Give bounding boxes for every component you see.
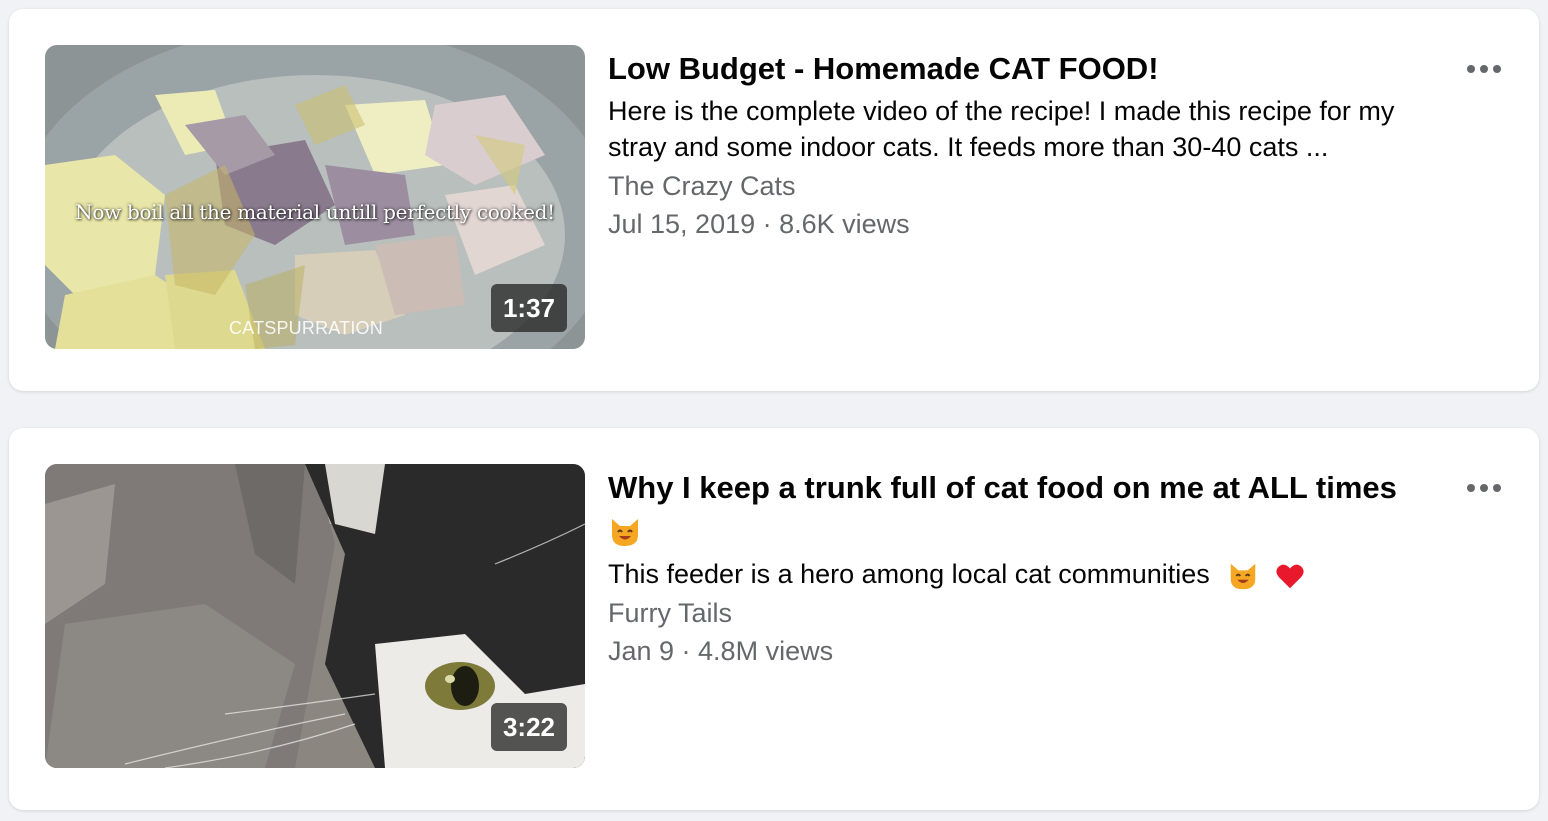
video-description: Here is the complete video of the recipe… (608, 96, 1395, 162)
title-emoji-line (608, 510, 1438, 554)
video-title[interactable]: Why I keep a trunk full of cat food on m… (608, 466, 1438, 510)
more-options-icon (1467, 65, 1475, 73)
video-duration: 1:37 (490, 284, 567, 332)
thumbnail-watermark: CATSPURRATION (229, 318, 383, 338)
video-thumbnail[interactable]: Now boil all the material untill perfect… (45, 45, 585, 349)
video-title[interactable]: Low Budget - Homemade CAT FOOD! (608, 47, 1438, 91)
video-feed: Now boil all the material untill perfect… (0, 0, 1548, 821)
video-card: Now boil all the material untill perfect… (9, 9, 1539, 391)
cat-smile-emoji (1231, 563, 1256, 590)
video-thumbnail[interactable]: 3:22 (45, 464, 585, 768)
cat-smile-emoji (612, 519, 638, 546)
more-options-button[interactable] (1459, 470, 1509, 506)
channel-name[interactable]: Furry Tails (608, 594, 1438, 632)
video-info: Why I keep a trunk full of cat food on m… (608, 466, 1438, 670)
video-description-row: This feeder is a hero among local cat co… (608, 556, 1438, 592)
video-card: 3:22 Why I keep a trunk full of cat food… (9, 428, 1539, 810)
heart-emoji (1276, 564, 1304, 589)
video-info: Low Budget - Homemade CAT FOOD! Here is … (608, 47, 1438, 243)
video-duration: 3:22 (490, 703, 567, 751)
video-meta: Jul 15, 2019 · 8.6K views (608, 209, 910, 239)
video-meta: Jan 9 · 4.8M views (608, 636, 834, 666)
channel-name[interactable]: The Crazy Cats (608, 167, 1438, 205)
more-options-button[interactable] (1459, 51, 1509, 87)
more-options-icon (1467, 484, 1475, 492)
video-description: This feeder is a hero among local cat co… (608, 559, 1210, 589)
thumbnail-caption: Now boil all the material untill perfect… (75, 200, 555, 224)
